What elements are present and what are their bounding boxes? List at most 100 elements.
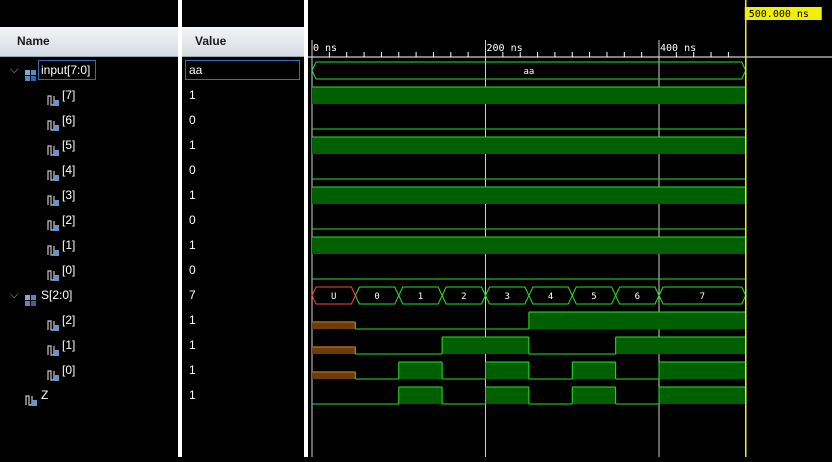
wire-signal-icon	[25, 390, 37, 406]
high-level-fill	[312, 187, 746, 204]
high-level-fill	[659, 362, 746, 379]
time-ruler	[308, 27, 832, 57]
high-level-fill	[312, 87, 746, 104]
waveform-canvas[interactable]: 0 ns 200 ns 400 ns aa U 0 1 2 3 4 5 6 7 500.000 ns	[308, 0, 832, 457]
value-row[interactable]: 0	[182, 258, 304, 283]
signal-value: 1	[189, 238, 196, 252]
name-toolbar-area	[0, 0, 178, 27]
signal-row[interactable]: [2]	[0, 308, 178, 333]
expand-chevron-icon[interactable]: ⌵	[10, 283, 18, 308]
signal-row[interactable]: [0]	[0, 358, 178, 383]
high-level-fill	[485, 387, 529, 404]
name-column-header[interactable]: Name	[0, 27, 178, 57]
value-row[interactable]: 1	[182, 383, 304, 408]
value-row[interactable]: 1	[182, 233, 304, 258]
signal-name: [1]	[62, 338, 76, 352]
bus-value-label: 3	[504, 292, 509, 302]
signal-row[interactable]: [1]	[0, 233, 178, 258]
signal-value: 1	[189, 313, 196, 327]
wire-signal-icon	[47, 315, 59, 331]
signal-name: [0]	[62, 363, 76, 377]
signal-value: 1	[189, 88, 196, 102]
value-row[interactable]: 0	[182, 108, 304, 133]
bus-signal-icon	[25, 290, 37, 306]
signal-row[interactable]: [4]	[0, 158, 178, 183]
signal-name: [1]	[62, 238, 76, 252]
signal-name: [2]	[62, 313, 76, 327]
signal-value: 0	[189, 263, 196, 277]
signal-value: 7	[189, 288, 196, 302]
wire-signal-icon	[47, 90, 59, 106]
value-row[interactable]: 0	[182, 158, 304, 183]
bus-value-label: 5	[591, 292, 596, 302]
signal-name: S[2:0]	[41, 288, 73, 302]
signal-row[interactable]: [7]	[0, 83, 178, 108]
wire-signal-icon	[47, 190, 59, 206]
signal-row[interactable]: ⌵ input[7:0]	[0, 58, 178, 83]
signal-name: input[7:0]	[41, 63, 91, 77]
high-level-fill	[312, 237, 746, 254]
name-column: Name ⌵ input[7:0] [7] [6] [5] [4] [3] [2] [1] [0]…	[0, 0, 178, 457]
bus-value-label: U	[331, 292, 336, 302]
undefined-fill	[312, 372, 356, 379]
signal-row[interactable]: [2]	[0, 208, 178, 233]
value-column: Value aa 1 0 1 0 1 0 1 0 7 1 1 1 1	[182, 0, 304, 457]
value-column-header[interactable]: Value	[182, 27, 304, 57]
high-level-fill	[398, 387, 443, 404]
ruler-tick-label: 400 ns	[660, 43, 696, 54]
bus-value-label: 7	[700, 292, 705, 302]
wire-signal-icon	[47, 140, 59, 156]
bus-value-label: 4	[548, 292, 553, 302]
high-level-fill	[312, 137, 746, 154]
value-row[interactable]: 1	[182, 333, 304, 358]
value-row[interactable]: 7	[182, 283, 304, 308]
bus-signal-icon	[25, 65, 37, 81]
undefined-fill	[312, 322, 356, 329]
value-row[interactable]: 1	[182, 83, 304, 108]
signal-value: 1	[189, 188, 196, 202]
signal-row[interactable]: [3]	[0, 183, 178, 208]
signal-value: 1	[189, 388, 196, 402]
signal-row[interactable]: ⌵ S[2:0]	[0, 283, 178, 308]
high-level-fill	[528, 312, 746, 329]
signal-name: [0]	[62, 263, 76, 277]
wire-signal-icon	[47, 340, 59, 356]
value-row[interactable]: 1	[182, 133, 304, 158]
signal-row[interactable]: [5]	[0, 133, 178, 158]
ruler-tick-label: 0 ns	[313, 43, 337, 54]
value-row[interactable]: 1	[182, 183, 304, 208]
cursor-time-label: 500.000 ns	[749, 9, 809, 20]
signal-value: aa	[189, 63, 203, 77]
signal-row[interactable]: Z	[0, 383, 178, 408]
value-row[interactable]: 1	[182, 308, 304, 333]
wire-signal-icon	[47, 165, 59, 181]
bus-value-label: aa	[523, 67, 534, 77]
signal-value: 1	[189, 363, 196, 377]
signal-row[interactable]: [6]	[0, 108, 178, 133]
high-level-fill	[615, 337, 746, 354]
high-level-fill	[485, 362, 529, 379]
signal-name: [6]	[62, 113, 76, 127]
bus-value-label: 1	[418, 292, 423, 302]
ruler-tick-label: 200 ns	[487, 43, 523, 54]
signal-value: 1	[189, 338, 196, 352]
high-level-fill	[442, 337, 529, 354]
signal-name: Z	[41, 388, 49, 402]
value-row[interactable]: aa	[182, 58, 304, 83]
signal-name: [2]	[62, 213, 76, 227]
waveform-pane[interactable]: 0 ns 200 ns 400 ns aa U 0 1 2 3 4 5 6 7 500.000 ns	[308, 0, 832, 457]
high-level-fill	[398, 362, 443, 379]
high-level-fill	[572, 387, 616, 404]
signal-value: 1	[189, 138, 196, 152]
signal-row[interactable]: [1]	[0, 333, 178, 358]
high-level-fill	[572, 362, 616, 379]
signal-name: [4]	[62, 163, 76, 177]
high-level-fill	[659, 387, 746, 404]
undefined-fill	[312, 347, 356, 354]
value-row[interactable]: 0	[182, 208, 304, 233]
value-row[interactable]: 1	[182, 358, 304, 383]
signal-value: 0	[189, 163, 196, 177]
bus-value-label: 0	[374, 292, 379, 302]
expand-chevron-icon[interactable]: ⌵	[10, 58, 18, 83]
signal-row[interactable]: [0]	[0, 258, 178, 283]
